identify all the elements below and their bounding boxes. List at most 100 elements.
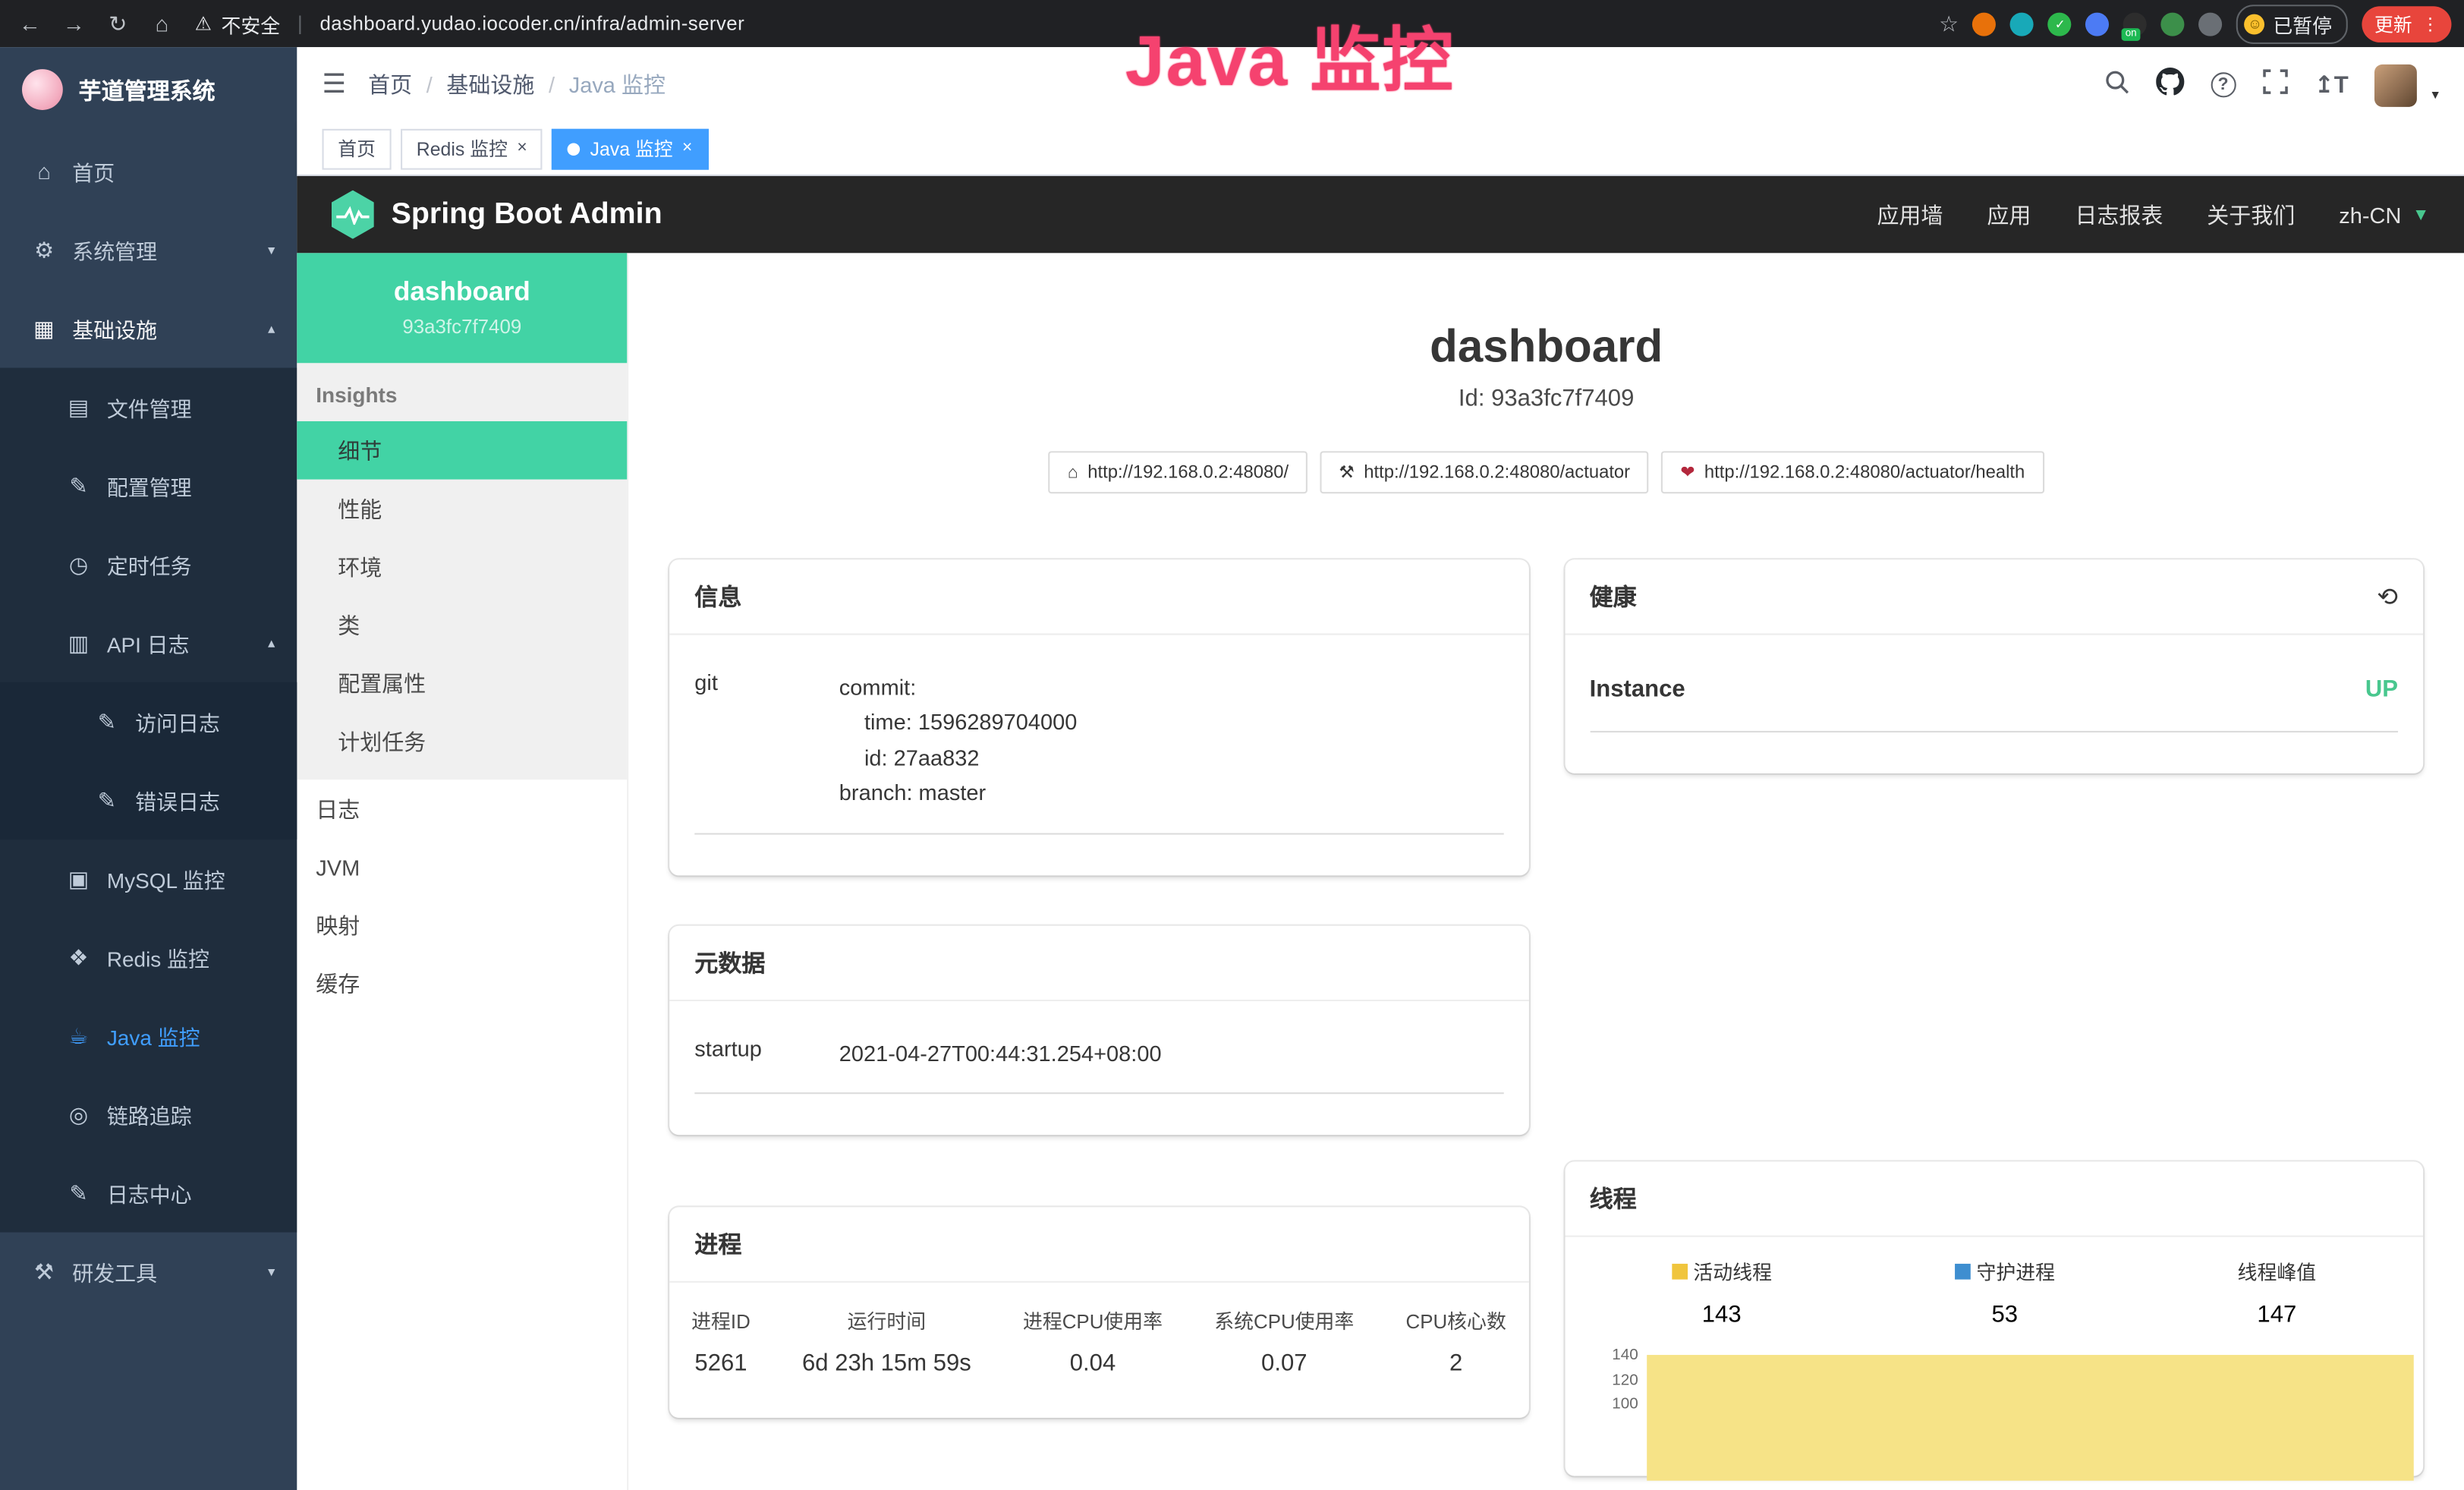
extension-icon[interactable] xyxy=(2086,12,2110,36)
instance-id: 93a3fc7f7409 xyxy=(310,316,615,338)
sba-item-performance[interactable]: 性能 xyxy=(297,480,627,538)
base-url-link[interactable]: ⌂ http://192.168.0.2:48080/ xyxy=(1049,451,1308,493)
extension-icon[interactable] xyxy=(2011,12,2034,36)
sba-item-jvm[interactable]: JVM xyxy=(297,838,627,896)
home-icon: ⌂ xyxy=(1068,463,1078,482)
sba-nav-about[interactable]: 关于我们 xyxy=(2207,199,2295,230)
stat-cpus: CPU核心数 2 xyxy=(1406,1305,1506,1377)
breadcrumb-infra[interactable]: 基础设施 xyxy=(446,69,534,100)
sidebar-item-label: 链路追踪 xyxy=(107,1098,192,1129)
sidebar-item-job[interactable]: ◷ 定时任务 xyxy=(0,525,297,604)
git-commit-time: time: 1596289704000 xyxy=(839,705,1078,740)
paused-badge[interactable]: ☺ 已暂停 xyxy=(2237,4,2348,43)
git-commit-label: commit: xyxy=(839,669,1078,704)
history-icon[interactable]: ⟲ xyxy=(2377,581,2398,612)
infra-submenu: ▤ 文件管理 ✎ 配置管理 ◷ 定时任务 ▥ API 日志 ▴ ✎ xyxy=(0,368,297,1233)
sidebar-item-file[interactable]: ▤ 文件管理 xyxy=(0,368,297,447)
sidebar-item-devtool[interactable]: ⚒ 研发工具 ▾ xyxy=(0,1233,297,1312)
sidebar-item-accesslog[interactable]: ✎ 访问日志 xyxy=(0,682,297,761)
font-size-icon[interactable]: ↥T xyxy=(2315,71,2349,99)
tab-home[interactable]: 首页 xyxy=(323,128,392,169)
extension-puzzle-icon[interactable] xyxy=(2199,12,2223,36)
sidebar-item-logcenter[interactable]: ✎ 日志中心 xyxy=(0,1154,297,1233)
hamburger-icon[interactable]: ☰ xyxy=(323,69,347,100)
access-log-icon: ✎ xyxy=(94,708,119,735)
threads-chart: 140 120 100 xyxy=(1564,1347,2423,1441)
sidebar-item-system[interactable]: ⚙ 系统管理 ▾ xyxy=(0,210,297,289)
sba-item-details[interactable]: 细节 xyxy=(297,421,627,480)
extension-icon[interactable] xyxy=(2161,12,2185,36)
sidebar-item-config[interactable]: ✎ 配置管理 xyxy=(0,446,297,525)
address-bar[interactable]: dashboard.yudao.iocoder.cn/infra/admin-s… xyxy=(319,13,744,35)
sba-item-caches[interactable]: 缓存 xyxy=(297,954,627,1013)
language-select[interactable]: zh-CN ▼ xyxy=(2339,202,2429,227)
home-icon[interactable]: ⌂ xyxy=(145,11,180,36)
stat-value: 6d 23h 15m 59s xyxy=(802,1350,971,1377)
sba-item-environment[interactable]: 环境 xyxy=(297,537,627,596)
extension-icon[interactable] xyxy=(1973,12,1997,36)
forward-icon[interactable]: → xyxy=(57,11,92,36)
sba-brand[interactable]: Spring Boot Admin xyxy=(332,191,662,239)
caret-down-icon: ▾ xyxy=(2431,86,2438,106)
tab-java[interactable]: Java 监控 × xyxy=(552,128,708,169)
health-url-link[interactable]: ❤ http://192.168.0.2:48080/actuator/heal… xyxy=(1662,451,2044,493)
sba-item-properties[interactable]: 配置属性 xyxy=(297,654,627,712)
card-title: 元数据 xyxy=(694,946,765,978)
back-icon[interactable]: ← xyxy=(13,11,48,36)
sidebar-item-trace[interactable]: ◎ 链路追踪 xyxy=(0,1075,297,1154)
tab-redis[interactable]: Redis 监控 × xyxy=(401,128,543,169)
actuator-url-link[interactable]: ⚒ http://192.168.0.2:48080/actuator xyxy=(1320,451,1649,493)
sba-item-scheduled[interactable]: 计划任务 xyxy=(297,712,627,770)
sidebar-item-mysql[interactable]: ▣ MySQL 监控 xyxy=(0,840,297,918)
link-label: http://192.168.0.2:48080/actuator/health xyxy=(1704,463,2025,482)
extension-icon[interactable]: ✓ xyxy=(2048,12,2072,36)
avatar[interactable] xyxy=(2375,64,2418,106)
on-badge: on xyxy=(2123,27,2140,40)
chevron-down-icon: ▼ xyxy=(2412,205,2430,224)
sidebar-item-redis[interactable]: ❖ Redis 监控 xyxy=(0,918,297,997)
sba-nav-journal[interactable]: 日志报表 xyxy=(2075,199,2163,230)
sba-nav-applications[interactable]: 应用 xyxy=(1987,199,2031,230)
sba-brand-label: Spring Boot Admin xyxy=(392,197,662,232)
wrench-icon: ⚒ xyxy=(1339,462,1354,483)
reload-icon[interactable]: ↻ xyxy=(101,10,136,36)
stat-system-cpu: 系统CPU使用率 0.07 xyxy=(1214,1305,1354,1377)
sba-item-classes[interactable]: 类 xyxy=(297,596,627,654)
sidebar-item-label: MySQL 监控 xyxy=(107,863,225,894)
insights-group: Insights 细节 性能 环境 类 配置属性 计划任务 xyxy=(297,363,627,780)
stat-value: 0.04 xyxy=(1023,1350,1163,1377)
sidebar-item-java[interactable]: ☕ Java 监控 xyxy=(0,997,297,1076)
github-icon[interactable] xyxy=(2156,67,2184,103)
sba-item-logs[interactable]: 日志 xyxy=(297,780,627,838)
help-icon[interactable]: ? xyxy=(2211,72,2236,97)
search-icon[interactable] xyxy=(2104,68,2129,101)
ytick: 120 xyxy=(1599,1372,1638,1396)
metadata-key: startup xyxy=(694,1035,839,1070)
fullscreen-icon[interactable] xyxy=(2262,68,2287,101)
metadata-row-startup: startup 2021-04-27T00:44:31.254+08:00 xyxy=(694,1010,1503,1095)
close-icon[interactable]: × xyxy=(682,140,692,157)
legend-value: 147 xyxy=(2238,1302,2317,1328)
sidebar-item-apilog[interactable]: ▥ API 日志 ▴ xyxy=(0,603,297,682)
instance-name: dashboard xyxy=(310,276,615,307)
breadcrumb-home[interactable]: 首页 xyxy=(368,69,412,100)
extension-icon[interactable]: on xyxy=(2124,12,2148,36)
legend-label: 线程峰值 xyxy=(2238,1256,2317,1286)
sidebar-item-errorlog[interactable]: ✎ 错误日志 xyxy=(0,761,297,840)
link-label: http://192.168.0.2:48080/actuator xyxy=(1364,463,1630,482)
health-heart-icon: ❤ xyxy=(1680,462,1695,483)
sidebar-item-home[interactable]: ⌂ 首页 xyxy=(0,132,297,211)
menu-dots-icon: ⋮ xyxy=(2422,14,2439,34)
info-key: git xyxy=(694,669,839,810)
instance-header[interactable]: dashboard 93a3fc7f7409 xyxy=(297,253,627,363)
update-button[interactable]: 更新 ⋮ xyxy=(2362,5,2451,42)
bookmark-star-icon[interactable]: ☆ xyxy=(1939,10,1959,36)
sba-item-mappings[interactable]: 映射 xyxy=(297,896,627,954)
tools-icon: ⚒ xyxy=(31,1258,56,1285)
sba-nav-wall[interactable]: 应用墙 xyxy=(1877,199,1943,230)
sba-navbar: Spring Boot Admin 应用墙 应用 日志报表 关于我们 zh-CN… xyxy=(297,176,2464,253)
site-security-chip[interactable]: ⚠ 不安全 | xyxy=(195,8,310,38)
close-icon[interactable]: × xyxy=(517,140,527,157)
sidebar-item-infra[interactable]: ▦ 基础设施 ▴ xyxy=(0,289,297,368)
card-title: 进程 xyxy=(694,1227,741,1260)
